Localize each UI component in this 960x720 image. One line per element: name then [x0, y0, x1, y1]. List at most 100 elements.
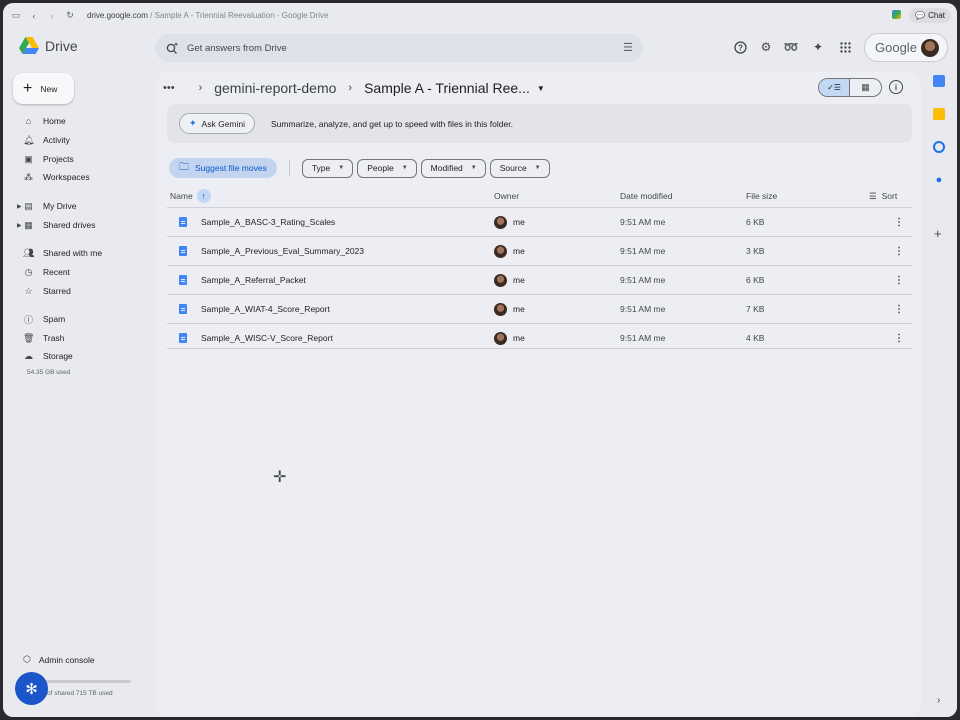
ask-gemini-label: Ask Gemini: [201, 118, 246, 129]
gemini-spark-icon[interactable]: ✦: [810, 39, 826, 55]
more-actions-icon[interactable]: ⋮: [894, 237, 904, 265]
sidebar-item-home[interactable]: ⌂ Home: [23, 113, 66, 129]
chevron-right-icon[interactable]: ›: [937, 695, 940, 706]
help-icon[interactable]: ?: [732, 39, 748, 55]
expand-caret-icon[interactable]: ▶: [17, 222, 22, 229]
google-doc-icon: [179, 304, 187, 314]
column-header-date-modified[interactable]: Date modified: [620, 188, 672, 204]
expand-caret-icon[interactable]: ▶: [17, 203, 22, 210]
tasks-icon[interactable]: [933, 141, 945, 153]
divider: [288, 160, 290, 176]
table-row[interactable]: Sample_A_BASC-3_Rating_Scales me 9:51 AM…: [167, 208, 912, 236]
avatar: [494, 273, 507, 287]
assistant-fab[interactable]: ✻: [15, 672, 48, 705]
grid-view-button[interactable]: ▦: [850, 79, 881, 96]
filter-chip-source[interactable]: Source ▼: [489, 158, 550, 178]
back-icon[interactable]: ‹: [25, 7, 43, 25]
chevron-down-icon[interactable]: ▼: [537, 84, 545, 93]
chevron-right-icon: ›: [198, 82, 203, 94]
breadcrumb: ••• › gemini-report-demo › Sample A - Tr…: [163, 78, 545, 98]
column-header-file-size[interactable]: File size: [746, 188, 777, 204]
more-actions-icon[interactable]: ⋮: [894, 295, 904, 323]
sidebar-item-storage[interactable]: ☁ Storage: [23, 348, 73, 364]
suggest-file-moves-button[interactable]: 🗀 Suggest file moves: [169, 158, 277, 178]
sidebar-item-trash[interactable]: 🗑︎ Trash: [23, 330, 64, 346]
filter-chip-type[interactable]: Type ▼: [301, 158, 354, 178]
chat-button[interactable]: 💬 Chat: [909, 8, 951, 23]
contacts-icon[interactable]: ●: [933, 174, 945, 186]
crosshair-cursor-icon: ✛: [273, 469, 287, 486]
sidebar-item-starred[interactable]: ☆ Starred: [23, 283, 71, 299]
url-path: / Sample A - Triennial Reevaluation - Go…: [147, 11, 329, 20]
ask-gemini-button[interactable]: ✦ Ask Gemini: [179, 113, 256, 134]
sidebar-item-label: Projects: [43, 154, 74, 164]
sidebar-item-label: Spam: [43, 314, 66, 324]
file-name: Sample_A_Previous_Eval_Summary_2023: [201, 246, 365, 256]
keep-icon[interactable]: [933, 108, 945, 120]
sidebar-item-spam[interactable]: ⓘ Spam: [23, 311, 65, 327]
extension-icon[interactable]: [892, 10, 901, 19]
sidebar-item-shared-with-me[interactable]: 👥︎ Shared with me: [23, 245, 102, 261]
dropdown-arrow-icon: ▼: [401, 165, 408, 171]
bell-icon: 🔔︎: [23, 134, 35, 145]
owner: me: [513, 304, 525, 314]
forward-icon[interactable]: ›: [43, 7, 61, 25]
more-actions-icon[interactable]: ⋮: [894, 266, 904, 294]
info-icon[interactable]: i: [889, 80, 903, 94]
admin-console-link[interactable]: ⬡ Admin console: [23, 654, 95, 665]
settings-gear-icon[interactable]: ⚙: [758, 39, 774, 55]
reload-icon[interactable]: ↻: [61, 7, 79, 25]
trash-icon: 🗑︎: [23, 332, 35, 343]
column-header-name[interactable]: Name ↑: [170, 188, 211, 204]
calendar-icon[interactable]: [933, 75, 945, 87]
sidebar-item-shared-drives[interactable]: ▶ ▦ Shared drives: [17, 217, 96, 233]
file-size: 7 KB: [746, 304, 765, 314]
star-icon: ☆: [24, 285, 33, 296]
search-placeholder: Get answers from Drive: [187, 42, 287, 54]
sidebar-item-workspaces[interactable]: ⁂ Workspaces: [23, 169, 90, 185]
address-bar[interactable]: drive.google.com / Sample A - Triennial …: [87, 11, 328, 20]
clock-icon: ◷: [24, 266, 33, 277]
table-row[interactable]: Sample_A_WIAT-4_Score_Report me 9:51 AM …: [167, 295, 912, 323]
admin-shield-icon: ⬡: [23, 654, 31, 664]
table-row[interactable]: Sample_A_Previous_Eval_Summary_2023 me 9…: [167, 237, 912, 265]
sidebar-item-label: Trash: [43, 333, 65, 343]
list-view-button[interactable]: ✓☰: [819, 79, 851, 96]
new-button[interactable]: + New: [13, 73, 74, 104]
search-options-icon[interactable]: ☰: [623, 41, 633, 54]
apps-script-icon[interactable]: ➿: [783, 39, 799, 55]
suggest-label: Suggest file moves: [195, 163, 267, 173]
search-bar[interactable]: Get answers from Drive ☰: [155, 34, 643, 62]
grid-icon: ▦: [861, 82, 870, 92]
sidebar-item-projects[interactable]: ▣ Projects: [23, 151, 74, 167]
sort-ascending-icon[interactable]: ↑: [196, 189, 211, 203]
sidebar-item-label: Workspaces: [43, 172, 90, 182]
more-actions-icon[interactable]: ⋮: [894, 208, 904, 236]
add-addon-icon[interactable]: +: [934, 226, 942, 241]
more-breadcrumb-icon[interactable]: •••: [163, 82, 175, 94]
sidebar-item-my-drive[interactable]: ▶ ▤ My Drive: [17, 198, 77, 214]
browser-window: ▭ ‹ › ↻ drive.google.com / Sample A - Tr…: [3, 3, 957, 717]
file-name: Sample_A_Referral_Packet: [201, 275, 306, 285]
file-size: 6 KB: [746, 217, 765, 227]
sidebar-toggle-icon[interactable]: ▭: [7, 7, 25, 25]
sidebar-item-label: Shared drives: [43, 220, 96, 230]
dropdown-arrow-icon: ▼: [534, 165, 541, 171]
account-switcher[interactable]: Google: [864, 33, 948, 62]
breadcrumb-parent[interactable]: gemini-report-demo: [214, 80, 336, 96]
filter-chip-modified[interactable]: Modified ▼: [420, 158, 486, 178]
owner: me: [513, 275, 525, 285]
drive-logo[interactable]: Drive: [19, 37, 78, 55]
sidebar-item-recent[interactable]: ◷ Recent: [23, 264, 70, 280]
avatar: [494, 302, 507, 316]
plus-icon: +: [23, 79, 33, 97]
sidebar-item-label: Starred: [43, 286, 71, 296]
filter-chip-people[interactable]: People ▼: [357, 158, 417, 178]
breadcrumb-current[interactable]: Sample A - Triennial Ree...: [364, 80, 530, 96]
app-launcher-grid-icon[interactable]: [837, 39, 853, 55]
sort-button[interactable]: ☰ Sort: [869, 188, 897, 204]
sidebar-item-activity[interactable]: 🔔︎ Activity: [23, 132, 70, 148]
table-row[interactable]: Sample_A_Referral_Packet me 9:51 AM me 6…: [167, 266, 912, 294]
search-spark-icon: [166, 42, 179, 54]
chat-bubble-icon: 💬: [915, 11, 926, 20]
